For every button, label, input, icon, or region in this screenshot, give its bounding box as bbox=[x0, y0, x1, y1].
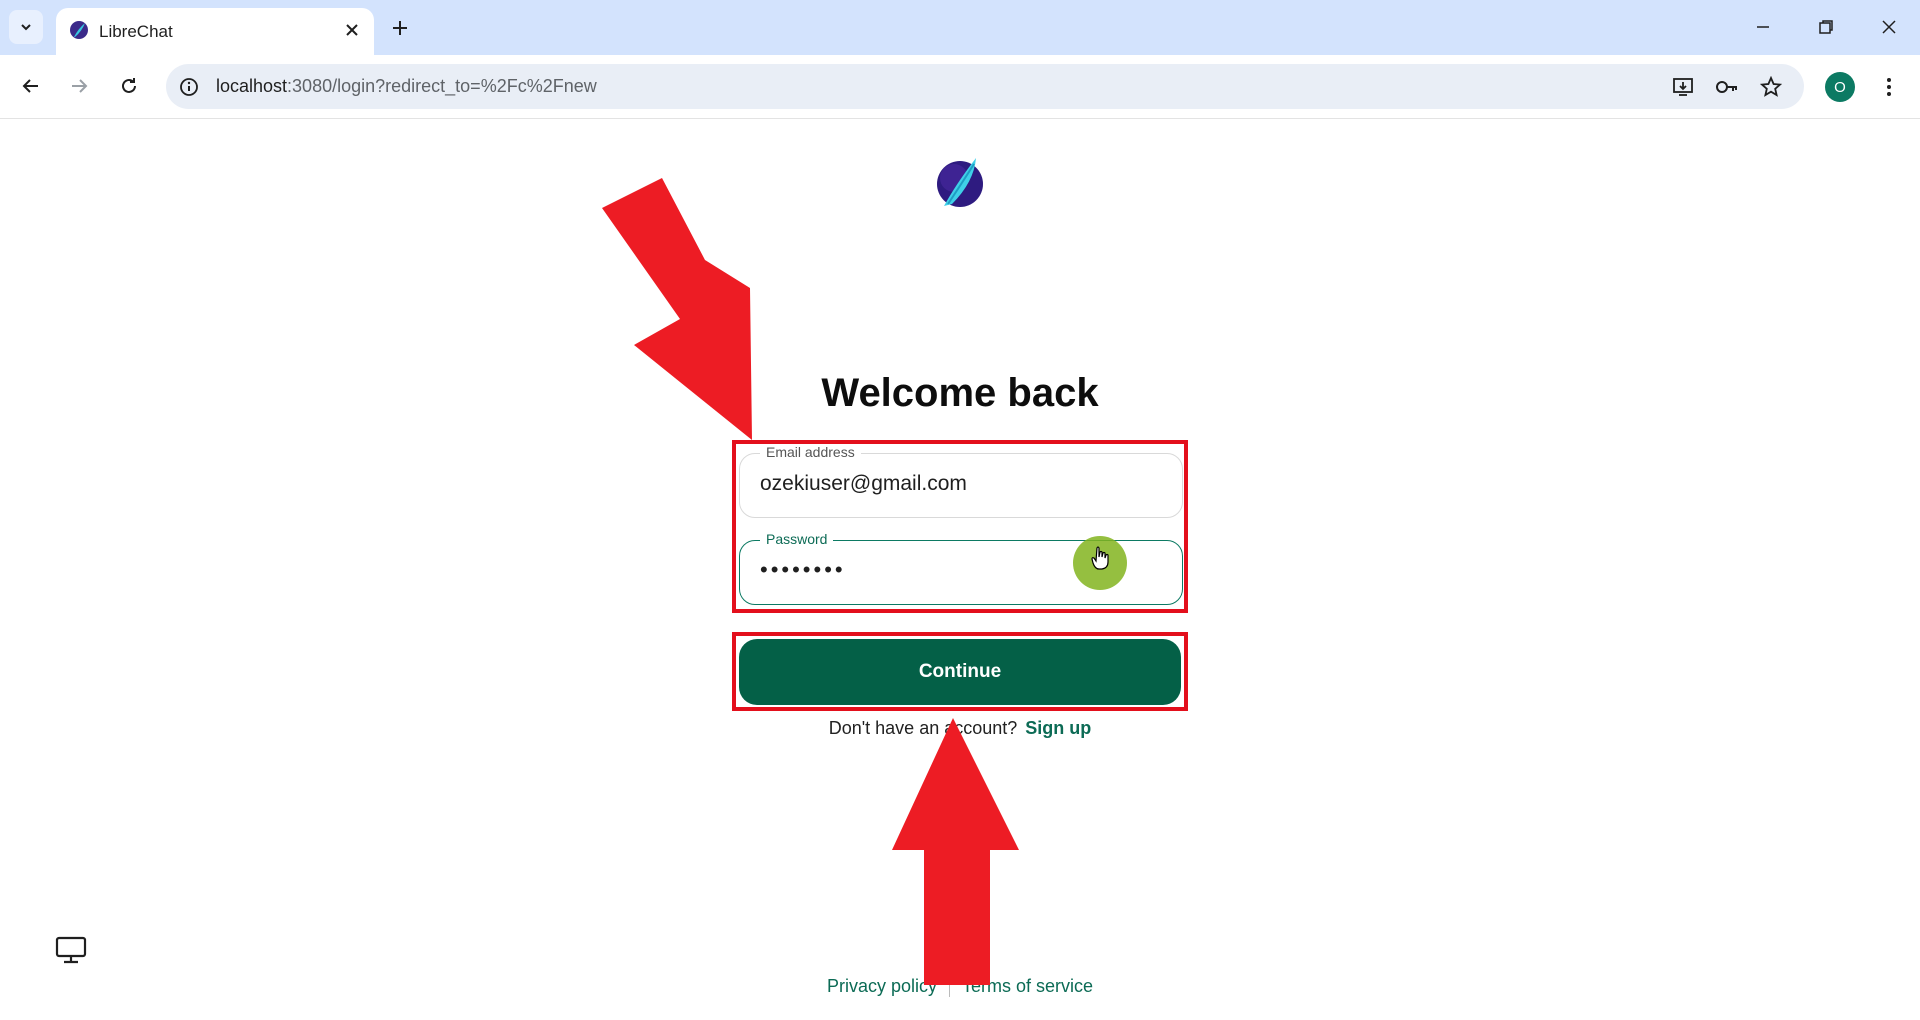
browser-tab-strip: LibreChat bbox=[0, 0, 1920, 55]
forward-button[interactable] bbox=[62, 69, 96, 103]
reload-button[interactable] bbox=[112, 69, 146, 103]
install-app-button[interactable] bbox=[1668, 72, 1698, 102]
profile-avatar[interactable]: O bbox=[1825, 72, 1855, 102]
url-path: :3080/login?redirect_to=%2Fc%2Fnew bbox=[287, 76, 597, 96]
minimize-button[interactable] bbox=[1743, 10, 1783, 44]
minimize-icon bbox=[1757, 26, 1769, 28]
credentials-highlight-box bbox=[732, 440, 1188, 613]
reload-icon bbox=[122, 78, 136, 93]
tab-title: LibreChat bbox=[99, 22, 173, 41]
new-tab-button[interactable] bbox=[386, 14, 414, 42]
restore-button[interactable] bbox=[1806, 10, 1846, 44]
chevron-down-icon bbox=[21, 24, 31, 31]
bookmark-button[interactable] bbox=[1756, 72, 1786, 102]
url-host: localhost bbox=[216, 76, 288, 96]
star-icon bbox=[1760, 76, 1782, 97]
password-manager-button[interactable] bbox=[1712, 72, 1742, 102]
kebab-icon bbox=[1887, 78, 1891, 96]
address-bar[interactable]: localhost:3080/login?redirect_to=%2Fc%2F… bbox=[166, 64, 1804, 109]
forward-icon bbox=[72, 79, 88, 93]
key-icon bbox=[1716, 81, 1737, 93]
site-info-button[interactable] bbox=[176, 74, 202, 100]
plus-icon bbox=[393, 21, 407, 35]
privacy-policy-link[interactable]: Privacy policy bbox=[827, 976, 937, 996]
signup-prompt: Don't have an account? Sign up bbox=[760, 718, 1160, 739]
restore-icon bbox=[1819, 20, 1833, 34]
browser-toolbar: localhost:3080/login?redirect_to=%2Fc%2F… bbox=[0, 55, 1920, 119]
back-button[interactable] bbox=[14, 69, 48, 103]
tab-close-button[interactable] bbox=[342, 20, 362, 40]
close-window-button[interactable] bbox=[1869, 10, 1909, 44]
terms-of-service-link[interactable]: Terms of service bbox=[962, 976, 1093, 996]
close-icon bbox=[346, 24, 358, 36]
browser-tab-librechat[interactable]: LibreChat bbox=[56, 8, 374, 55]
no-account-text: Don't have an account? bbox=[828, 718, 1018, 738]
page-title: Welcome back bbox=[821, 371, 1099, 415]
librechat-logo bbox=[937, 158, 983, 207]
back-icon bbox=[22, 79, 38, 93]
url-text: localhost:3080/login?redirect_to=%2Fc%2F… bbox=[216, 76, 597, 97]
footer-links: Privacy policy Terms of service bbox=[760, 976, 1160, 998]
browser-menu-button[interactable] bbox=[1874, 72, 1904, 102]
close-icon bbox=[1882, 20, 1896, 34]
install-icon bbox=[1673, 78, 1693, 96]
signup-link[interactable]: Sign up bbox=[1025, 718, 1091, 738]
continue-highlight-box bbox=[732, 632, 1188, 711]
site-info-icon bbox=[180, 78, 198, 96]
tab-search-button[interactable] bbox=[9, 10, 43, 44]
librechat-favicon-icon bbox=[70, 21, 88, 39]
footer-divider bbox=[949, 977, 950, 998]
monitor-icon[interactable] bbox=[54, 933, 88, 967]
